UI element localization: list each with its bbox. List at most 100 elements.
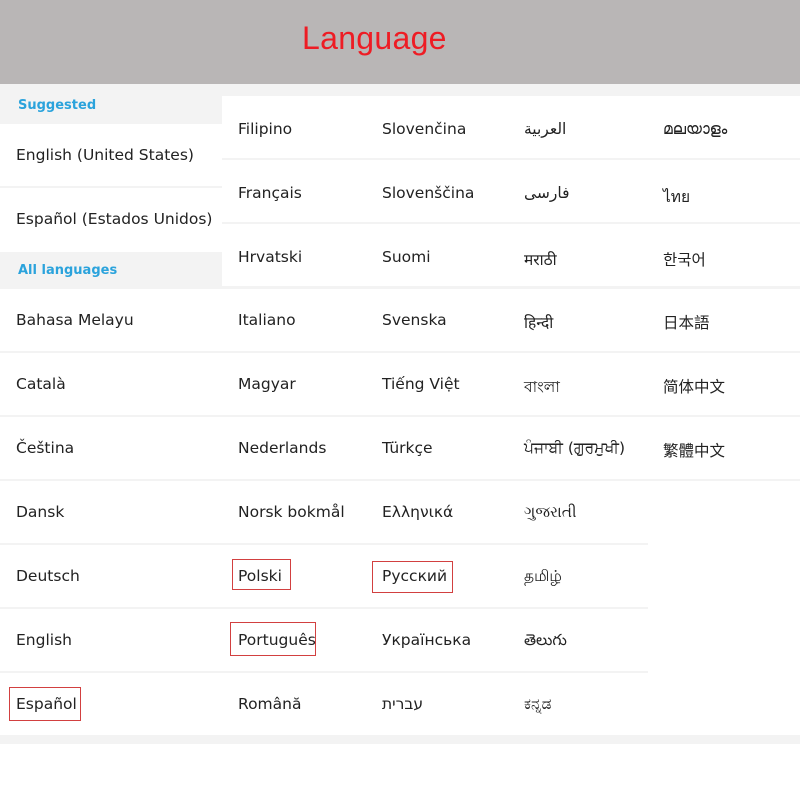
language-label: Español (Estados Unidos): [16, 210, 213, 228]
language-label: বাংলা: [524, 378, 560, 396]
language-item-marathi[interactable]: मराठी: [508, 224, 648, 286]
language-item-svenska[interactable]: Svenska: [366, 289, 508, 351]
language-item-deutsch[interactable]: Deutsch: [0, 545, 222, 607]
language-item-arabic[interactable]: العربية: [508, 96, 648, 158]
language-label: 日本語: [663, 314, 710, 332]
title-bar: Language: [0, 0, 800, 84]
language-label: עברית: [382, 695, 424, 713]
language-label: Suomi: [382, 248, 431, 266]
language-item-bahasa-melayu[interactable]: Bahasa Melayu: [0, 289, 222, 351]
language-label: తెలుగు: [524, 631, 567, 649]
language-label: Română: [238, 695, 302, 713]
language-label: Deutsch: [16, 567, 80, 585]
language-label: Magyar: [238, 375, 296, 393]
language-item-dansk[interactable]: Dansk: [0, 481, 222, 543]
language-label: Slovenčina: [382, 120, 467, 138]
language-label: हिन्दी: [524, 314, 554, 332]
language-column-4: العربية فارسی मराठी हिन्दी বাংলা ਪੰਜਾਬੀ …: [508, 84, 648, 744]
language-column-2: Filipino Français Hrvatski Italiano Magy…: [222, 84, 366, 744]
language-label: Nederlands: [238, 439, 327, 457]
language-label: മലയാളം: [663, 120, 728, 138]
language-label: Dansk: [16, 503, 65, 521]
empty-area: [648, 481, 800, 735]
language-item-gujarati[interactable]: ગુજરાતી: [508, 481, 648, 543]
language-grid: Suggested English (United States) Españo…: [0, 84, 800, 744]
language-item-malayalam[interactable]: മലയാളം: [648, 96, 800, 158]
language-item-ukrainska[interactable]: Українська: [366, 609, 508, 671]
language-item-english[interactable]: English: [0, 609, 222, 671]
language-label: Slovenščina: [382, 184, 475, 202]
language-label: Türkçe: [382, 439, 433, 457]
language-item-magyar[interactable]: Magyar: [222, 353, 366, 415]
language-item-hindi[interactable]: हिन्दी: [508, 289, 648, 351]
language-label: मराठी: [524, 251, 557, 269]
language-item-slovenscina[interactable]: Slovenščina: [366, 160, 508, 222]
language-item-espanol[interactable]: Español: [0, 673, 222, 735]
language-item-tamil[interactable]: தமிழ்: [508, 545, 648, 607]
language-label: Català: [16, 375, 66, 393]
language-item-catala[interactable]: Català: [0, 353, 222, 415]
language-item-norsk-bokmal[interactable]: Norsk bokmål: [222, 481, 366, 543]
language-label: Français: [238, 184, 302, 202]
language-label: فارسی: [524, 184, 570, 202]
language-label: English (United States): [16, 146, 194, 164]
language-item-espanol-eu[interactable]: Español (Estados Unidos): [0, 188, 222, 252]
language-column-1: Suggested English (United States) Españo…: [0, 84, 222, 744]
language-item-hrvatski[interactable]: Hrvatski: [222, 224, 366, 286]
language-item-ellinika[interactable]: Ελληνικά: [366, 481, 508, 543]
language-label: Українська: [382, 631, 472, 649]
language-label: Čeština: [16, 439, 75, 457]
language-label: English: [16, 631, 72, 649]
language-label: 简体中文: [663, 378, 726, 396]
language-item-bangla[interactable]: বাংলা: [508, 353, 648, 415]
language-item-kannada[interactable]: ಕನ್ನಡ: [508, 673, 648, 735]
language-item-japanese[interactable]: 日本語: [648, 289, 800, 351]
language-item-portugues[interactable]: Português: [222, 609, 366, 671]
language-label: العربية: [524, 120, 567, 138]
language-item-filipino[interactable]: Filipino: [222, 96, 366, 158]
language-item-slovencina[interactable]: Slovenčina: [366, 96, 508, 158]
language-item-chinese-simplified[interactable]: 简体中文: [648, 353, 800, 415]
language-item-thai[interactable]: ไทย: [648, 160, 800, 222]
language-item-russkiy[interactable]: Русский: [366, 545, 508, 607]
language-label: Ελληνικά: [382, 503, 454, 521]
section-header-suggested: Suggested: [18, 98, 97, 113]
language-label: Русский: [382, 567, 448, 585]
language-label: Español: [16, 695, 77, 713]
language-label: 繁體中文: [663, 442, 726, 460]
language-item-chinese-traditional[interactable]: 繁體中文: [648, 417, 800, 479]
language-item-italiano[interactable]: Italiano: [222, 289, 366, 351]
language-item-turkce[interactable]: Türkçe: [366, 417, 508, 479]
page-title: Language: [302, 20, 447, 56]
language-label: தமிழ்: [524, 567, 562, 585]
language-label: ไทย: [663, 188, 691, 206]
language-item-punjabi[interactable]: ਪੰਜਾਬੀ (ਗੁਰਮੁਖੀ): [508, 417, 648, 479]
language-item-francais[interactable]: Français: [222, 160, 366, 222]
language-label: Português: [238, 631, 316, 649]
language-item-tieng-viet[interactable]: Tiếng Việt: [366, 353, 508, 415]
language-label: ગુજરાતી: [524, 503, 577, 521]
language-label: Italiano: [238, 311, 296, 329]
language-label: Hrvatski: [238, 248, 303, 266]
language-column-3: Slovenčina Slovenščina Suomi Svenska Tiế…: [366, 84, 508, 744]
language-label: Tiếng Việt: [382, 375, 460, 393]
language-item-english-us[interactable]: English (United States): [0, 124, 222, 186]
language-item-ivrit[interactable]: עברית: [366, 673, 508, 735]
language-item-farsi[interactable]: فارسی: [508, 160, 648, 222]
language-item-telugu[interactable]: తెలుగు: [508, 609, 648, 671]
language-item-suomi[interactable]: Suomi: [366, 224, 508, 286]
language-item-nederlands[interactable]: Nederlands: [222, 417, 366, 479]
section-header-all-languages: All languages: [18, 263, 118, 278]
language-label: Norsk bokmål: [238, 503, 345, 521]
language-item-polski[interactable]: Polski: [222, 545, 366, 607]
language-label: Bahasa Melayu: [16, 311, 134, 329]
language-column-5: മലയാളം ไทย 한국어 日本語 简体中文 繁體中文: [648, 84, 800, 744]
language-item-cestina[interactable]: Čeština: [0, 417, 222, 479]
language-label: ਪੰਜਾਬੀ (ਗੁਰਮੁਖੀ): [524, 439, 626, 457]
language-item-korean[interactable]: 한국어: [648, 224, 800, 286]
language-label: Filipino: [238, 120, 293, 138]
language-label: Polski: [238, 567, 282, 585]
language-label: 한국어: [663, 251, 706, 269]
language-label: ಕನ್ನಡ: [524, 695, 552, 713]
language-item-romana[interactable]: Română: [222, 673, 366, 735]
